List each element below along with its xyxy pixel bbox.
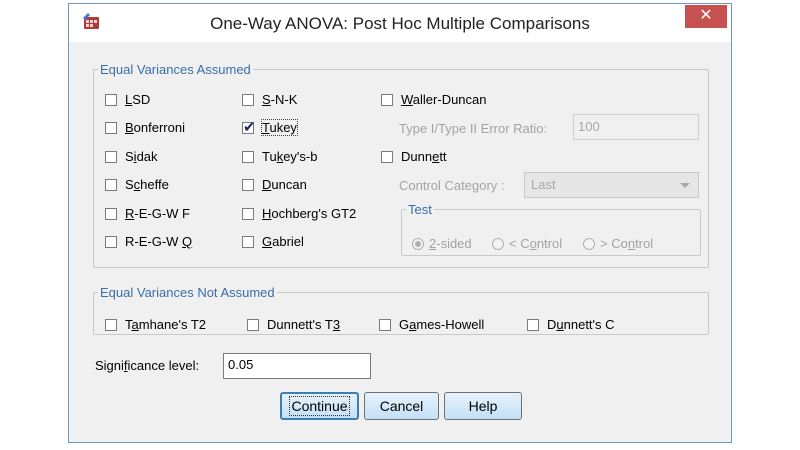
- checkbox-box: [381, 150, 393, 163]
- checkbox-label: Tukey: [261, 119, 298, 136]
- checkbox-box: [242, 150, 254, 163]
- tukeyb-checkbox[interactable]: Tukey's-b: [242, 149, 317, 164]
- bonferroni-checkbox[interactable]: Bonferroni: [105, 120, 185, 135]
- checkbox-box: [242, 93, 254, 106]
- snk-checkbox[interactable]: S-N-K: [242, 92, 297, 107]
- checkbox-box: [379, 318, 391, 331]
- checkbox-label: Dunnett's T3: [267, 317, 341, 332]
- significance-level-label: Significance level:: [95, 358, 200, 373]
- checkbox-label: LSD: [125, 92, 151, 107]
- close-button[interactable]: ✕: [685, 5, 727, 28]
- checkbox-label: Hochberg's GT2: [262, 206, 357, 221]
- dunnett-c-checkbox[interactable]: Dunnett's C: [527, 317, 615, 332]
- button-label: Cancel: [379, 398, 424, 414]
- group-legend: Equal Variances Not Assumed: [100, 285, 275, 300]
- dunnett-t3-checkbox[interactable]: Dunnett's T3: [247, 317, 340, 332]
- checkbox-box: [527, 318, 539, 331]
- title-bar[interactable]: One-Way ANOVA: Post Hoc Multiple Compari…: [69, 4, 731, 42]
- error-ratio-label: Type I/Type II Error Ratio:: [399, 121, 548, 136]
- group-legend: Equal Variances Assumed: [100, 62, 251, 77]
- button-label: Help: [468, 398, 498, 414]
- games-howell-checkbox[interactable]: Games-Howell: [379, 317, 484, 332]
- checkbox-label: Tamhane's T2: [125, 317, 207, 332]
- waller-duncan-checkbox[interactable]: Waller-Duncan: [381, 92, 487, 107]
- duncan-checkbox[interactable]: Duncan: [242, 177, 307, 192]
- checkbox-label: R-E-G-W F: [125, 206, 190, 221]
- control-category-label: Control Category :: [399, 178, 505, 193]
- radio-label: > Control: [600, 236, 654, 251]
- checkbox-label: S-N-K: [262, 92, 298, 107]
- regwf-checkbox[interactable]: R-E-G-W F: [105, 206, 190, 221]
- checkbox-box: [105, 93, 117, 106]
- checkbox-label: Sidak: [125, 149, 158, 164]
- sidak-checkbox[interactable]: Sidak: [105, 149, 158, 164]
- window-title: One-Way ANOVA: Post Hoc Multiple Compari…: [210, 14, 590, 33]
- cancel-button[interactable]: Cancel: [364, 392, 439, 420]
- group-legend: Test: [408, 202, 432, 217]
- radio-unselected: [583, 237, 595, 250]
- radio-label: 2-sided: [429, 236, 472, 251]
- checkbox-box: [242, 178, 254, 191]
- dialog-window: One-Way ANOVA: Post Hoc Multiple Compari…: [68, 3, 732, 443]
- significance-level-input[interactable]: 0.05: [223, 353, 371, 379]
- checkbox-box-checked: [242, 118, 256, 136]
- close-icon: ✕: [699, 7, 713, 24]
- greater-control-radio[interactable]: > Control: [583, 236, 653, 251]
- gabriel-checkbox[interactable]: Gabriel: [242, 234, 304, 249]
- tukey-checkbox[interactable]: Tukey: [242, 118, 298, 136]
- regwq-checkbox[interactable]: R-E-G-W Q: [105, 234, 192, 249]
- checkbox-box: [381, 93, 393, 106]
- checkbox-box: [247, 318, 259, 331]
- radio-unselected: [492, 237, 504, 250]
- checkbox-label: Scheffe: [125, 177, 169, 192]
- dialog-body: Equal Variances Assumed LSD Bonferroni S…: [75, 42, 725, 438]
- checkbox-box: [105, 121, 117, 134]
- button-label: Continue: [289, 396, 350, 416]
- less-control-radio[interactable]: < Control: [492, 236, 562, 251]
- checkbox-box: [105, 150, 117, 163]
- checkbox-box: [242, 235, 254, 248]
- checkbox-label: Dunnett: [401, 149, 447, 164]
- checkbox-box: [105, 207, 117, 220]
- checkbox-label: Bonferroni: [125, 120, 185, 135]
- dunnett-checkbox[interactable]: Dunnett: [381, 149, 447, 164]
- lsd-checkbox[interactable]: LSD: [105, 92, 150, 107]
- scheffe-checkbox[interactable]: Scheffe: [105, 177, 169, 192]
- control-category-select[interactable]: Last: [524, 172, 699, 198]
- select-value: Last: [531, 177, 556, 192]
- error-ratio-input[interactable]: 100: [573, 114, 699, 140]
- tamhane-checkbox[interactable]: Tamhane's T2: [105, 317, 206, 332]
- checkbox-label: R-E-G-W Q: [125, 234, 193, 249]
- checkbox-label: Waller-Duncan: [401, 92, 487, 107]
- checkbox-label: Games-Howell: [399, 317, 485, 332]
- checkbox-label: Duncan: [262, 177, 307, 192]
- checkbox-box: [242, 207, 254, 220]
- chevron-down-icon: [680, 183, 690, 188]
- continue-button[interactable]: Continue: [280, 392, 359, 420]
- help-button[interactable]: Help: [444, 392, 522, 420]
- two-sided-radio[interactable]: 2-sided: [412, 236, 472, 251]
- checkbox-box: [105, 235, 117, 248]
- hochberg-checkbox[interactable]: Hochberg's GT2: [242, 206, 356, 221]
- radio-label: < Control: [509, 236, 563, 251]
- checkbox-label: Dunnett's C: [547, 317, 615, 332]
- radio-selected: [412, 237, 424, 250]
- checkbox-box: [105, 178, 117, 191]
- checkbox-box: [105, 318, 117, 331]
- checkbox-label: Tukey's-b: [262, 149, 318, 164]
- checkbox-label: Gabriel: [262, 234, 304, 249]
